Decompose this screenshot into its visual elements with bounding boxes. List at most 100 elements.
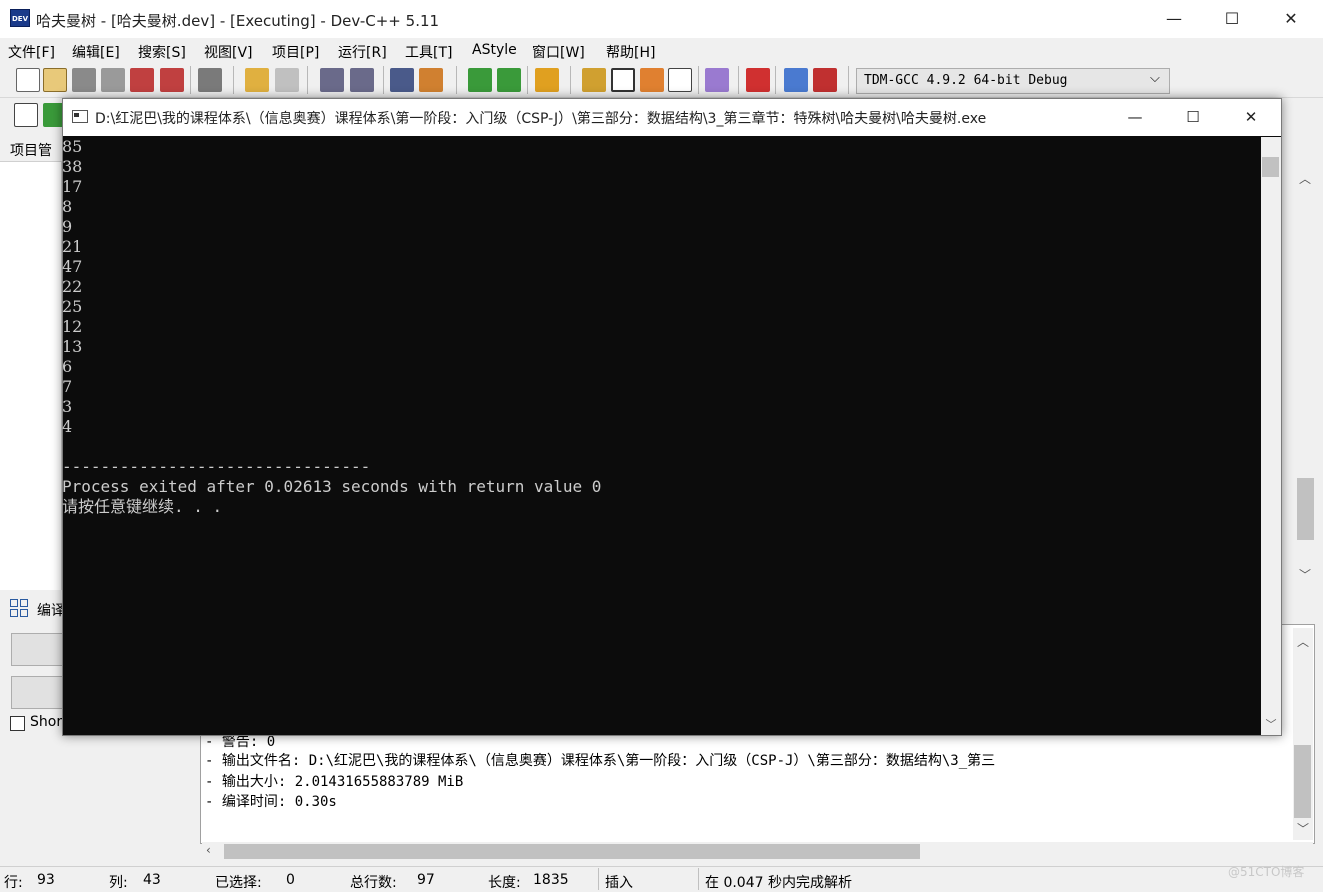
console-maximize-button[interactable]: ☐ — [1164, 99, 1222, 136]
status-bar — [0, 866, 1323, 891]
replace-icon[interactable] — [350, 68, 374, 92]
status-row-value: 93 — [37, 872, 55, 888]
indent-icon[interactable] — [390, 68, 414, 92]
console-number: 3 — [62, 397, 73, 416]
shorten-paths-checkbox[interactable] — [10, 716, 25, 731]
save-icon[interactable] — [72, 68, 96, 92]
abort-compilation-button[interactable] — [11, 633, 65, 666]
toolbar-separator — [848, 66, 849, 94]
window-title: 哈夫曼树 - [哈夫曼树.dev] - [Executing] - Dev-C+… — [36, 12, 440, 30]
console-number: 17 — [62, 177, 83, 196]
tab-compile-log[interactable]: 编译 — [37, 600, 65, 620]
open-file-icon[interactable] — [43, 68, 67, 92]
chevron-up-icon[interactable]: ︿ — [1297, 633, 1309, 650]
undo-icon[interactable] — [245, 68, 269, 92]
toolbar-separator — [307, 66, 308, 94]
log-horizontal-scrollbar-thumb[interactable] — [224, 844, 920, 859]
close-button[interactable]: ✕ — [1262, 0, 1320, 38]
compile-log-grid-icon — [10, 599, 30, 619]
compiler-select-value: TDM-GCC 4.9.2 64-bit Debug — [864, 73, 1068, 88]
chevron-left-icon[interactable]: ‹ — [206, 843, 211, 857]
toolbar-separator — [570, 66, 571, 94]
compile-run-icon[interactable] — [640, 68, 664, 92]
shorten-paths-label: Shor — [30, 714, 63, 730]
status-separator — [698, 868, 699, 890]
menu-help[interactable]: 帮助[H] — [606, 42, 655, 62]
chart-icon[interactable] — [784, 68, 808, 92]
find-icon[interactable] — [320, 68, 344, 92]
close-file-icon[interactable] — [130, 68, 154, 92]
project-options-icon[interactable] — [535, 68, 559, 92]
status-length-label: 长度: — [488, 875, 521, 891]
dev-cpp-app-icon[interactable]: DEV — [10, 9, 30, 27]
menu-view[interactable]: 视图[V] — [204, 42, 253, 62]
new-class-icon[interactable] — [14, 103, 38, 127]
chevron-down-icon[interactable]: ﹀ — [1261, 716, 1281, 734]
add-to-project-icon[interactable] — [468, 68, 492, 92]
console-number: 9 — [62, 217, 73, 236]
console-title: D:\红泥巴\我的课程体系\（信息奥赛）课程体系\第一阶段：入门级（CSP-J）… — [95, 111, 987, 127]
menu-project[interactable]: 项目[P] — [272, 42, 319, 62]
compile-action-button[interactable] — [11, 676, 65, 709]
toolbar-separator — [233, 66, 234, 94]
log-vertical-scrollbar-thumb[interactable] — [1294, 745, 1311, 818]
rebuild-icon[interactable] — [668, 68, 692, 92]
run-icon[interactable] — [611, 68, 635, 92]
log-line: - 输出文件名: D:\红泥巴\我的课程体系\（信息奥赛）课程体系\第一阶段：入… — [205, 753, 996, 769]
console-app-icon-mark — [74, 113, 79, 117]
console-scrollbar-thumb[interactable] — [1262, 157, 1279, 177]
menu-astyle[interactable]: AStyle — [472, 42, 517, 58]
log-line: - 编译时间: 0.30s — [205, 794, 337, 810]
print-icon[interactable] — [198, 68, 222, 92]
menu-edit[interactable]: 编辑[E] — [72, 42, 120, 62]
stop-execution-icon[interactable] — [746, 68, 770, 92]
status-selected-value: 0 — [286, 872, 295, 888]
menu-window[interactable]: 窗口[W] — [532, 42, 585, 62]
console-output[interactable]: 85 38 17 8 9 21 47 22 25 12 13 6 7 3 4 ----------------… — [62, 137, 1257, 735]
console-separator: -------------------------------- — [62, 457, 371, 476]
console-number: 47 — [62, 257, 83, 276]
tab-project-manager-label: 项目管 — [10, 143, 52, 159]
status-insert-mode: 插入 — [605, 875, 633, 891]
goto-line-icon[interactable] — [419, 68, 443, 92]
menu-run[interactable]: 运行[R] — [338, 42, 387, 62]
console-number: 13 — [62, 337, 83, 356]
log-line: - 输出大小: 2.01431655883789 MiB — [205, 774, 464, 790]
close-all-icon[interactable] — [160, 68, 184, 92]
console-process-exit: Process exited after 0.02613 seconds wit… — [62, 477, 602, 496]
console-number: 22 — [62, 277, 83, 296]
status-col-label: 列: — [109, 875, 128, 891]
new-file-icon[interactable] — [16, 68, 40, 92]
syntax-check-icon[interactable] — [705, 68, 729, 92]
console-close-button[interactable]: ✕ — [1222, 99, 1280, 136]
menu-file[interactable]: 文件[F] — [8, 42, 55, 62]
compile-icon[interactable] — [582, 68, 606, 92]
status-col-value: 43 — [143, 872, 161, 888]
console-press-key: 请按任意键继续. . . — [62, 497, 223, 516]
menu-tools[interactable]: 工具[T] — [405, 42, 452, 62]
console-number: 8 — [62, 197, 73, 216]
debug-icon[interactable] — [813, 68, 837, 92]
console-number: 12 — [62, 317, 83, 336]
chevron-up-icon[interactable]: ︿ — [1299, 170, 1311, 187]
toolbar-separator — [456, 66, 457, 94]
minimize-button[interactable]: — — [1145, 0, 1203, 38]
menu-bar — [0, 38, 1323, 62]
chevron-down-icon: ⌵ — [1150, 71, 1160, 86]
redo-icon[interactable] — [275, 68, 299, 92]
toolbar-separator — [527, 66, 528, 94]
toolbar-separator — [190, 66, 191, 94]
chevron-down-icon[interactable]: ﹀ — [1299, 566, 1311, 583]
chevron-down-icon[interactable]: ﹀ — [1297, 820, 1309, 837]
status-separator — [598, 868, 599, 890]
menu-search[interactable]: 搜索[S] — [138, 42, 186, 62]
save-all-icon[interactable] — [101, 68, 125, 92]
status-parse-time: 在 0.047 秒内完成解析 — [705, 875, 852, 891]
remove-from-project-icon[interactable] — [497, 68, 521, 92]
console-number: 7 — [62, 377, 73, 396]
editor-scrollbar-thumb[interactable] — [1297, 478, 1314, 540]
status-selected-label: 已选择: — [215, 875, 262, 891]
maximize-button[interactable]: ☐ — [1203, 0, 1261, 38]
console-scrollbar[interactable] — [1261, 137, 1281, 735]
console-minimize-button[interactable]: — — [1106, 99, 1164, 136]
